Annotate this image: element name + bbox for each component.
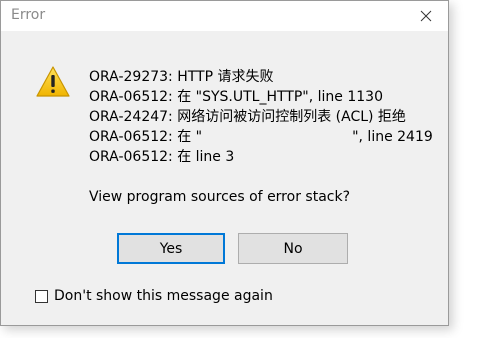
- dialog-title: Error: [11, 7, 46, 23]
- title-bar[interactable]: Error: [1, 1, 448, 31]
- error-line: ORA-29273: HTTP 请求失败: [89, 69, 274, 85]
- error-dialog: Error ORA-29273: HTTP 请求失败 ORA-06512: 在 …: [0, 0, 449, 326]
- error-line-redacted: ORA-06512: 在 " ", line 2419: [89, 127, 444, 147]
- error-stack: ORA-29273: HTTP 请求失败 ORA-06512: 在 "SYS.U…: [89, 67, 444, 167]
- error-line: ORA-06512: 在 line 3: [89, 149, 235, 165]
- no-button[interactable]: No: [238, 233, 348, 264]
- yes-button[interactable]: Yes: [117, 233, 225, 264]
- dont-show-again-row[interactable]: Don't show this message again: [35, 288, 273, 304]
- close-button[interactable]: [404, 1, 448, 31]
- dont-show-again-label[interactable]: Don't show this message again: [54, 288, 273, 304]
- dont-show-again-checkbox[interactable]: [35, 289, 48, 303]
- question-text: View program sources of error stack?: [89, 189, 351, 205]
- warning-triangle-icon: [36, 66, 70, 97]
- error-line-prefix: ORA-06512: 在 ": [89, 129, 203, 145]
- error-line: ORA-06512: 在 "SYS.UTL_HTTP", line 1130: [89, 89, 383, 105]
- error-line: ORA-24247: 网络访问被访问控制列表 (ACL) 拒绝: [89, 109, 406, 125]
- redaction-mark: [202, 129, 353, 143]
- close-icon: [420, 10, 432, 22]
- error-line-suffix: ", line 2419: [352, 129, 433, 145]
